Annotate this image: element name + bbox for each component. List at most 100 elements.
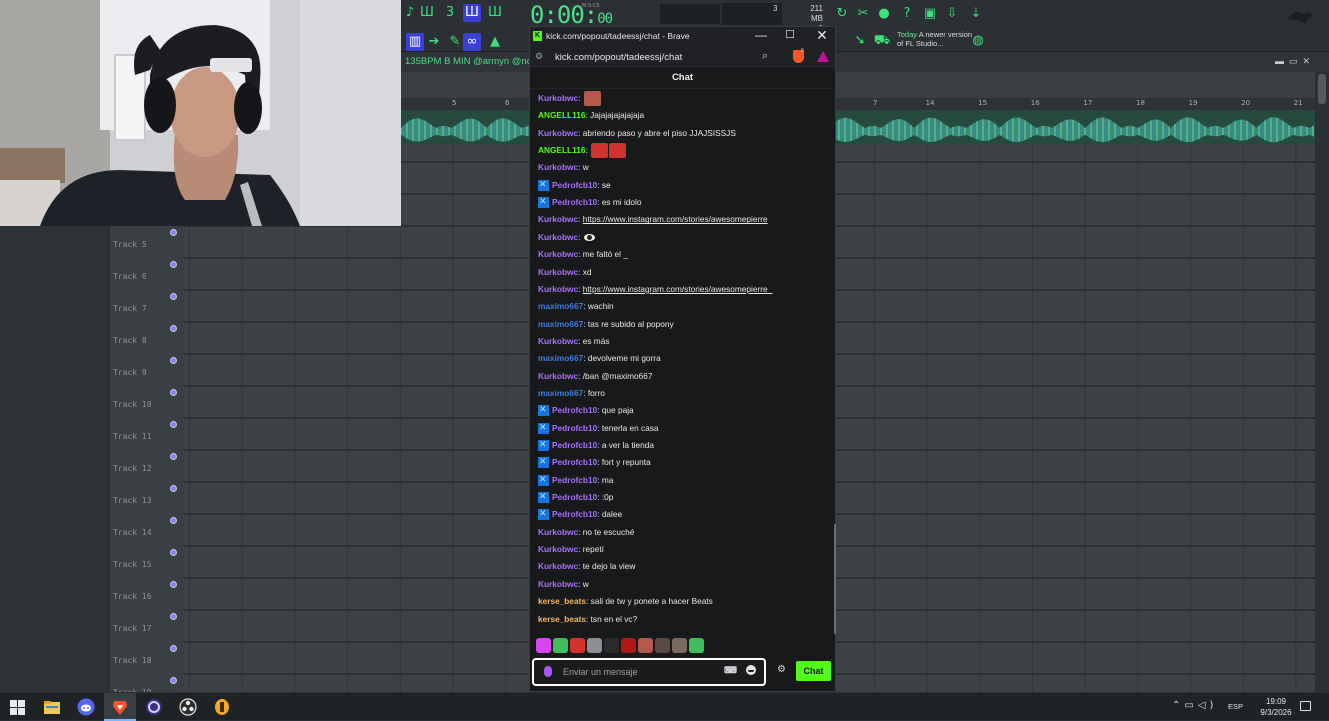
chat-username[interactable]: Kurkobwc [538, 558, 578, 575]
clock-date[interactable]: 9/3/2026 [1256, 708, 1296, 717]
track-label[interactable]: Track 13 [113, 496, 152, 505]
chat-username[interactable]: Kurkobwc [538, 524, 578, 541]
link-icon[interactable]: ∞ [463, 33, 481, 51]
playlist-scrollbar[interactable] [1315, 72, 1329, 692]
help-icon[interactable]: ? [898, 5, 916, 23]
chat-username[interactable]: Pedrofcb10 [552, 177, 597, 194]
track-mute-dot[interactable] [170, 325, 177, 332]
playlist-icon[interactable]: ▥ [406, 33, 424, 51]
site-info-icon[interactable]: ⚙ [535, 51, 543, 62]
track-label[interactable]: Track 8 [113, 336, 147, 345]
send-chat-button[interactable]: Chat [796, 661, 831, 681]
track-label[interactable]: Track 17 [113, 624, 152, 633]
emote-icon[interactable] [672, 638, 687, 653]
mic-icon[interactable]: ● [875, 5, 893, 23]
chat-link[interactable]: https://www.instagram.com/stories/awesom… [583, 281, 773, 298]
track-mute-dot[interactable] [170, 293, 177, 300]
chat-link[interactable]: https://www.instagram.com/stories/awesom… [583, 211, 768, 228]
emote-icon[interactable] [689, 638, 704, 653]
brave-titlebar[interactable]: K kick.com/popout/tadeessj/chat - Brave … [530, 27, 835, 47]
track-mute-dot[interactable] [170, 229, 177, 236]
url-bar[interactable]: ⚙ kick.com/popout/tadeessj/chat ⌕ 6 [530, 47, 835, 67]
emote-icon[interactable] [570, 638, 585, 653]
track-label[interactable]: Track 9 [113, 368, 147, 377]
chat-username[interactable]: maximo667 [538, 298, 583, 315]
track-mute-dot[interactable] [170, 581, 177, 588]
chat-username[interactable]: ANGELL116 [538, 107, 586, 124]
emote-icon[interactable] [609, 143, 627, 159]
emote-icon[interactable] [604, 638, 619, 653]
keyboard-icon[interactable]: ⌨ [724, 665, 737, 676]
emote-icon[interactable] [536, 638, 551, 653]
clock-time[interactable]: 19:09 [1258, 697, 1294, 706]
cart-icon[interactable]: ⛟ [873, 32, 891, 50]
track-mute-dot[interactable] [170, 645, 177, 652]
track-mute-dot[interactable] [170, 357, 177, 364]
track-label[interactable]: Track 15 [113, 560, 152, 569]
track-mute-dot[interactable] [170, 485, 177, 492]
discord-icon[interactable] [77, 698, 95, 716]
emote-icon[interactable] [587, 638, 602, 653]
track-label[interactable]: Track 12 [113, 464, 152, 473]
draw-icon[interactable]: ✎ [446, 33, 464, 51]
snap-icon[interactable]: Ш [418, 4, 436, 22]
file-explorer-icon[interactable] [43, 698, 61, 716]
track-mute-dot[interactable] [170, 613, 177, 620]
emote-icon[interactable] [621, 638, 636, 653]
url-text[interactable]: kick.com/popout/tadeessj/chat [555, 52, 682, 63]
chat-username[interactable]: Pedrofcb10 [552, 194, 597, 211]
track-label[interactable]: Track 18 [113, 656, 152, 665]
chat-username[interactable]: maximo667 [538, 350, 583, 367]
chat-username[interactable]: maximo667 [538, 385, 583, 402]
chat-scrollbar[interactable] [834, 524, 836, 634]
track-mute-dot[interactable] [170, 517, 177, 524]
news-panel[interactable]: Today A newer version of FL Studio... [897, 30, 977, 48]
track-label[interactable]: Track 11 [113, 432, 152, 441]
fl-window-controls[interactable]: ▬▭✕ [1275, 56, 1315, 67]
chat-input-box[interactable]: ⌨ [532, 658, 766, 686]
chat-username[interactable]: Kurkobwc [538, 576, 578, 593]
chat-username[interactable]: Pedrofcb10 [552, 437, 597, 454]
chat-message-list[interactable]: Kurkobwc: ANGELL116: Jajajajajajajaja Kur… [530, 90, 835, 636]
track-label[interactable]: Track 5 [113, 240, 147, 249]
chat-username[interactable]: Kurkobwc [538, 333, 578, 350]
maximize-button[interactable]: ☐ [782, 28, 798, 41]
track-label[interactable]: Track 14 [113, 528, 152, 537]
chat-username[interactable]: Pedrofcb10 [552, 506, 597, 523]
step-icon[interactable]: 3 [441, 4, 459, 22]
emote-icon[interactable] [638, 638, 653, 653]
chat-username[interactable]: kerse_beats [538, 593, 586, 610]
system-tray-icons[interactable]: ⌃▭◁) [1172, 700, 1217, 711]
fl-studio-icon[interactable] [213, 698, 231, 716]
chat-username[interactable]: Kurkobwc [538, 125, 578, 142]
track-label[interactable]: Track 6 [113, 272, 147, 281]
undo-icon[interactable]: ↻ [833, 5, 851, 23]
emote-icon[interactable] [655, 638, 670, 653]
brave-icon[interactable] [111, 698, 129, 716]
track-mute-dot[interactable] [170, 421, 177, 428]
close-button[interactable]: ✕ [814, 27, 830, 44]
toolbar-arrow-icon[interactable]: ➘ [851, 32, 869, 50]
chat-username[interactable]: Pedrofcb10 [552, 454, 597, 471]
scissor-icon[interactable]: ✂ [854, 5, 872, 23]
chat-username[interactable]: Kurkobwc [538, 368, 578, 385]
track-mute-dot[interactable] [170, 389, 177, 396]
language-indicator[interactable]: ESP [1228, 702, 1243, 711]
chat-username[interactable]: ANGELL116 [538, 142, 586, 159]
track-mute-dot[interactable] [170, 453, 177, 460]
chat-username[interactable]: Kurkobwc [538, 541, 578, 558]
export-icon[interactable]: ⇣ [967, 5, 985, 23]
app-circle-icon[interactable] [145, 698, 163, 716]
windows-start-icon[interactable] [8, 698, 26, 716]
emoji-icon[interactable] [746, 665, 756, 675]
track-label[interactable]: Track 10 [113, 400, 152, 409]
chat-username[interactable]: Pedrofcb10 [552, 472, 597, 489]
chat-username[interactable]: Kurkobwc [538, 159, 578, 176]
chat-username[interactable]: maximo667 [538, 316, 583, 333]
brave-rewards-icon[interactable] [817, 51, 829, 62]
track-mute-dot[interactable] [170, 677, 177, 684]
gear-icon[interactable]: ⚙ [777, 664, 786, 675]
track-mute-dot[interactable] [170, 261, 177, 268]
track-mute-dot[interactable] [170, 549, 177, 556]
metronome-icon[interactable]: Ш [486, 4, 504, 22]
